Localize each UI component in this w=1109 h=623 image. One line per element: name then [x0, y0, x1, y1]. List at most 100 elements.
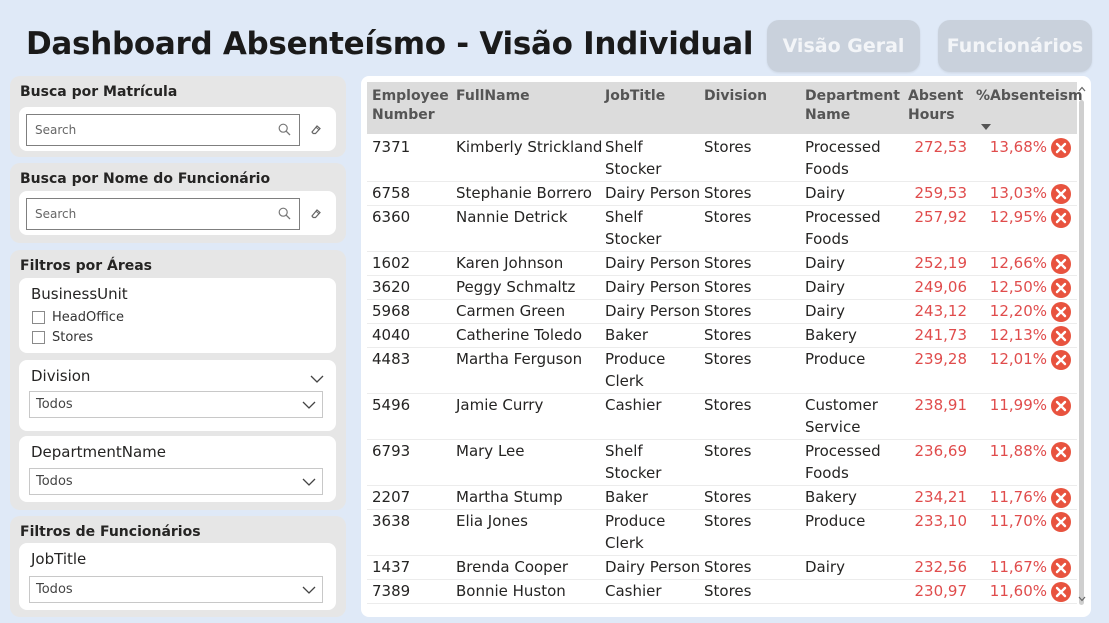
cell-jobtitle: Shelf Stocker — [605, 440, 661, 484]
matricula-search-panel: Busca por Matrícula — [10, 76, 346, 157]
chevron-down-icon[interactable] — [302, 398, 316, 412]
cell-fullname: Martha Stump — [456, 488, 563, 506]
cell-employee-number: 6758 — [372, 184, 411, 202]
name-search-input[interactable] — [27, 199, 267, 229]
column-header-absent-hours[interactable]: Absent Hours — [908, 87, 963, 125]
chevron-down-icon[interactable] — [302, 475, 316, 489]
cell-line: Stocker — [605, 230, 662, 248]
cell-line: Dairy — [805, 278, 845, 296]
cell-line: Baker — [605, 488, 649, 506]
column-header-division[interactable]: Division — [704, 87, 767, 106]
cell-fullname: Mary Lee — [456, 442, 525, 460]
cell-fullname: Stephanie Borrero — [456, 184, 592, 202]
dropdown-value: Todos — [36, 474, 73, 489]
header-line: Name — [805, 107, 851, 123]
cell-division: Stores — [704, 278, 752, 296]
cell-line: Foods — [805, 464, 849, 482]
cell-absent-hours: 243,12 — [914, 302, 968, 320]
cell-absenteism-pct: 13,03% — [989, 184, 1047, 202]
eraser-icon[interactable] — [309, 206, 323, 220]
checkbox[interactable] — [32, 310, 45, 324]
cell-employee-number: 4483 — [372, 350, 411, 368]
chevron-down-icon[interactable] — [310, 372, 324, 386]
alert-x-icon — [1051, 512, 1071, 532]
table-row[interactable]: 2207 Martha Stump Baker Stores Bakery 234,21 1… — [367, 486, 1077, 510]
nav-funcionarios-button[interactable]: Funcionários — [938, 20, 1092, 72]
cell-jobtitle: Dairy Person — [605, 300, 700, 322]
table-row[interactable]: 5968 Carmen Green Dairy Person Stores Dairy 2… — [367, 300, 1077, 324]
cell-department: Dairy — [805, 276, 845, 298]
header-line: JobTitle — [605, 88, 666, 104]
cell-jobtitle: Baker — [605, 324, 648, 346]
cell-department: Processed Foods — [805, 440, 881, 484]
column-header-employee-number[interactable]: Employee Number — [372, 87, 449, 125]
cell-department: Dairy — [805, 556, 845, 578]
search-icon[interactable] — [278, 207, 291, 220]
cell-employee-number: 5496 — [372, 396, 411, 414]
business-unit-option-stores[interactable]: Stores — [32, 329, 93, 345]
cell-line: Shelf — [605, 138, 643, 156]
department-slicer: DepartmentName Todos — [19, 436, 336, 502]
column-header-jobtitle[interactable]: JobTitle — [605, 87, 665, 106]
sort-descending-icon[interactable] — [981, 124, 991, 130]
table-row[interactable]: 6360 Nannie Detrick Shelf Stocker Stores Proc… — [367, 206, 1077, 252]
checkbox[interactable] — [32, 330, 45, 344]
chevron-down-icon[interactable] — [302, 583, 316, 597]
scroll-up-icon[interactable] — [1078, 86, 1086, 92]
cell-line: Dairy — [805, 302, 845, 320]
header-line: Employee — [372, 88, 449, 104]
cell-division: Stores — [704, 396, 752, 414]
cell-line: Dairy Person — [605, 278, 701, 296]
column-header-absenteism[interactable]: %Absenteism — [976, 87, 1083, 106]
cell-absent-hours: 233,10 — [914, 512, 968, 530]
absenteeism-table: Employee Number FullName JobTitle Divisi… — [361, 76, 1091, 617]
alert-x-icon — [1051, 396, 1071, 416]
alert-x-icon — [1051, 278, 1071, 298]
header-line: Number — [372, 107, 435, 123]
table-row[interactable]: 1602 Karen Johnson Dairy Person Stores Dairy… — [367, 252, 1077, 276]
table-row[interactable]: 7389 Bonnie Huston Cashier Stores 230,97 11,6… — [367, 580, 1077, 604]
matricula-search-label: Busca por Matrícula — [20, 84, 178, 100]
cell-department: Dairy — [805, 300, 845, 322]
cell-absenteism-pct: 12,50% — [989, 278, 1047, 296]
table-row[interactable]: 4483 Martha Ferguson Produce Clerk Stores Pro… — [367, 348, 1077, 394]
table-row[interactable]: 6758 Stephanie Borrero Dairy Person Stores D… — [367, 182, 1077, 206]
cell-jobtitle: Shelf Stocker — [605, 206, 661, 250]
dropdown-value: Todos — [36, 582, 73, 597]
department-dropdown[interactable]: Todos — [29, 468, 323, 495]
table-row[interactable]: 3638 Elia Jones Produce Clerk Stores Produce 2… — [367, 510, 1077, 556]
business-unit-option-headoffice[interactable]: HeadOffice — [32, 309, 124, 325]
column-header-department-name[interactable]: Department Name — [805, 87, 900, 125]
cell-fullname: Elia Jones — [456, 512, 528, 530]
header-line: FullName — [456, 88, 530, 104]
matricula-search-box — [26, 114, 300, 146]
table-row[interactable]: 6793 Mary Lee Shelf Stocker Stores Processed F… — [367, 440, 1077, 486]
table-row[interactable]: 3620 Peggy Schmaltz Dairy Person Stores Dair… — [367, 276, 1077, 300]
search-icon[interactable] — [278, 123, 291, 136]
job-title-dropdown[interactable]: Todos — [29, 576, 323, 603]
division-dropdown[interactable]: Todos — [29, 391, 323, 418]
cell-absenteism-pct: 12,13% — [989, 326, 1047, 344]
vertical-scrollbar[interactable] — [1077, 82, 1087, 612]
cell-division: Stores — [704, 138, 752, 156]
cell-line: Clerk — [605, 534, 644, 552]
table-row[interactable]: 1437 Brenda Cooper Dairy Person Stores Dairy… — [367, 556, 1077, 580]
cell-absenteism-pct: 13,68% — [989, 138, 1047, 156]
table-row[interactable]: 4040 Catherine Toledo Baker Stores Bakery 241… — [367, 324, 1077, 348]
scroll-down-icon[interactable] — [1078, 596, 1086, 602]
matricula-search-card — [19, 107, 336, 151]
eraser-icon[interactable] — [309, 122, 323, 136]
scrollbar-thumb[interactable] — [1079, 100, 1084, 605]
table-row[interactable]: 5496 Jamie Curry Cashier Stores Customer Serv… — [367, 394, 1077, 440]
header-line: %Absenteism — [976, 88, 1083, 104]
matricula-search-input[interactable] — [27, 115, 267, 145]
cell-employee-number: 4040 — [372, 326, 411, 344]
column-header-fullname[interactable]: FullName — [456, 87, 530, 106]
cell-absent-hours: 236,69 — [914, 442, 968, 460]
nav-visao-geral-button[interactable]: Visão Geral — [767, 20, 920, 72]
header-line: Department — [805, 88, 900, 104]
cell-jobtitle: Cashier — [605, 394, 662, 416]
cell-absenteism-pct: 12,20% — [989, 302, 1047, 320]
table-row[interactable]: 7371 Kimberly Strickland Shelf Stocker Store… — [367, 136, 1077, 182]
cell-department: Produce — [805, 348, 865, 370]
